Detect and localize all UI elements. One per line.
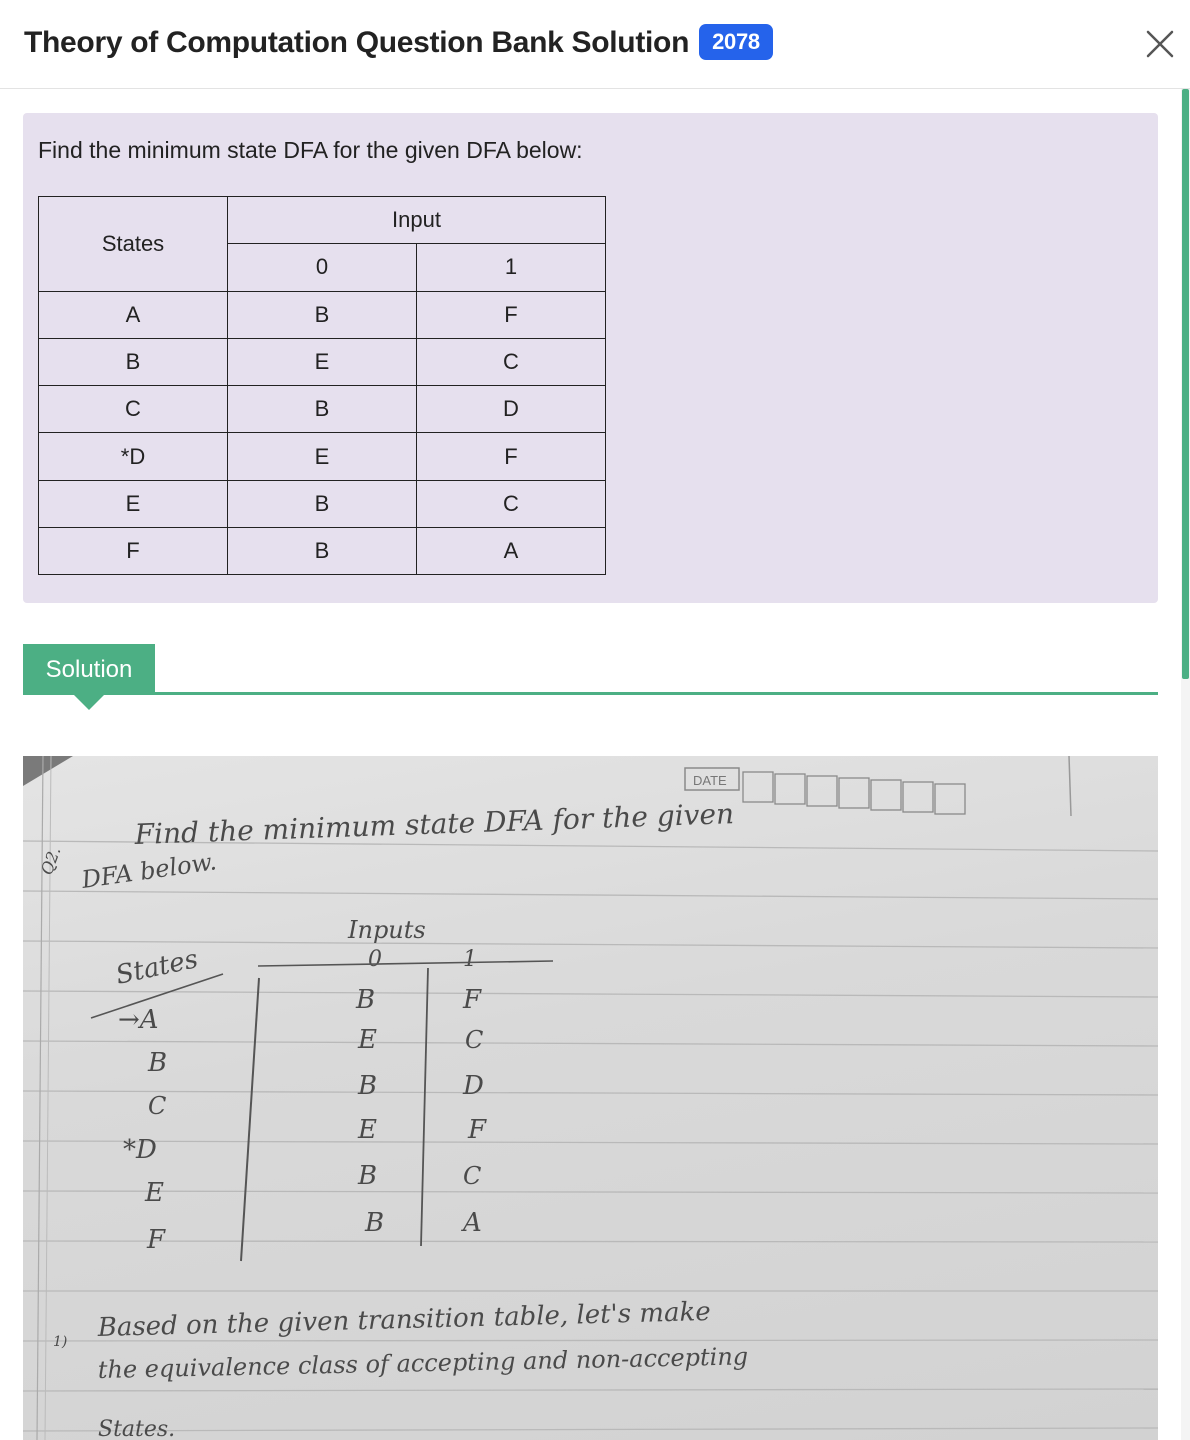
transition-0-cell: B — [227, 385, 417, 434]
hw-on1-cell: C — [465, 1026, 483, 1054]
hw-state: *D — [123, 1135, 157, 1165]
margin-tick — [1068, 756, 1072, 817]
handwritten-solution-image: DATE Find the minimum state DFA for the … — [23, 756, 1158, 1440]
input-header: Input — [227, 195, 606, 245]
hw-paragraph-line2: the equivalence class of accepting and n… — [98, 1342, 749, 1384]
hw-state-column: →A B C *D E F — [118, 1005, 167, 1255]
year-badge: 2078 — [699, 24, 773, 60]
table-row: F B A — [38, 527, 606, 576]
photo-corner — [23, 756, 73, 786]
hw-vertical-line — [420, 967, 429, 1247]
close-button[interactable] — [1140, 24, 1180, 64]
transition-1-cell: C — [416, 479, 606, 529]
solution-tab-pointer — [74, 695, 104, 710]
page-title: Theory of Computation Question Bank Solu… — [24, 24, 773, 60]
question-text: Find the minimum state DFA for the given… — [38, 137, 583, 163]
table-header-row: States Input — [38, 195, 606, 292]
title-text: Theory of Computation Question Bank Solu… — [24, 26, 690, 59]
state-cell: C — [38, 385, 228, 434]
transition-1-cell: F — [416, 432, 606, 481]
state-cell: A — [38, 290, 228, 339]
transition-0-cell: E — [227, 337, 417, 387]
transition-1-cell: F — [416, 290, 606, 339]
state-cell: E — [38, 479, 228, 529]
hw-symbol-0: 0 — [368, 947, 382, 972]
hw-state: C — [148, 1092, 166, 1120]
solution-divider — [155, 692, 1158, 695]
hw-state: →A — [118, 1005, 159, 1035]
hw-on1-cell: F — [462, 985, 482, 1015]
hw-on1-cell: C — [463, 1162, 481, 1190]
close-icon — [1146, 30, 1174, 58]
hw-on0-cell: B — [357, 1071, 377, 1101]
state-cell: B — [38, 337, 228, 387]
hw-on0-cell: B — [357, 1161, 377, 1191]
notebook-photo: DATE Find the minimum state DFA for the … — [23, 756, 1158, 1440]
hw-question-line1: Find the minimum state DFA for the given — [133, 797, 734, 851]
hw-states-label: States — [113, 944, 200, 991]
hw-symbol-1: 1 — [463, 947, 477, 972]
date-digit-boxes — [742, 771, 966, 815]
hw-inputs-label: Inputs — [347, 916, 426, 944]
hw-on1-cell: F — [467, 1115, 487, 1145]
state-cell: *D — [38, 432, 228, 481]
hw-vertical-line — [240, 977, 260, 1262]
date-label: DATE — [693, 773, 727, 788]
transition-1-cell: A — [416, 527, 606, 576]
solution-tab[interactable]: Solution — [23, 644, 155, 695]
transition-0-cell: B — [227, 479, 417, 529]
hw-on1-cell: D — [462, 1071, 484, 1101]
hw-step-marker: 1) — [53, 1334, 67, 1350]
transition-0-cell: B — [227, 290, 417, 339]
table-row: E B C — [38, 479, 606, 529]
transition-0-cell: B — [227, 527, 417, 576]
table-row: B E C — [38, 337, 606, 387]
hw-on1-cell: A — [461, 1208, 482, 1238]
table-row: A B F — [38, 290, 606, 339]
hw-state: B — [147, 1048, 167, 1078]
hw-on0-cell: B — [364, 1208, 384, 1238]
notebook-ruled-lines — [23, 840, 1158, 1432]
hw-state: F — [146, 1225, 166, 1255]
question-card: Find the minimum state DFA for the given… — [23, 113, 1158, 603]
table-row: C B D — [38, 385, 606, 434]
hw-question-line2: DFA below. — [79, 847, 218, 894]
hw-on0-column: B E B E B B — [355, 985, 384, 1238]
state-cell: F — [38, 527, 228, 576]
hw-on0-cell: E — [357, 1115, 377, 1145]
hw-on0-cell: B — [355, 985, 375, 1015]
hw-on0-cell: E — [357, 1025, 377, 1055]
hw-state: E — [144, 1178, 164, 1208]
table-row: *D E F — [38, 432, 606, 481]
transition-1-cell: C — [416, 337, 606, 387]
hw-paragraph-line3: States. — [98, 1417, 175, 1440]
hw-paragraph-line1: Based on the given transition table, let… — [96, 1297, 711, 1343]
scrollbar-thumb[interactable] — [1182, 89, 1189, 679]
hw-header-line — [257, 960, 554, 967]
symbol-0-header: 0 — [227, 243, 417, 292]
transition-0-cell: E — [227, 432, 417, 481]
hw-question-marker: Q2. — [37, 844, 65, 877]
hw-on1-column: F C D F C A — [461, 985, 487, 1238]
states-header: States — [38, 196, 228, 292]
modal-header: Theory of Computation Question Bank Solu… — [0, 0, 1190, 89]
symbol-1-header: 1 — [416, 243, 606, 292]
transition-1-cell: D — [416, 385, 606, 434]
transition-table: States Input 0 1 A B F B E C C B D *D E … — [38, 195, 606, 576]
